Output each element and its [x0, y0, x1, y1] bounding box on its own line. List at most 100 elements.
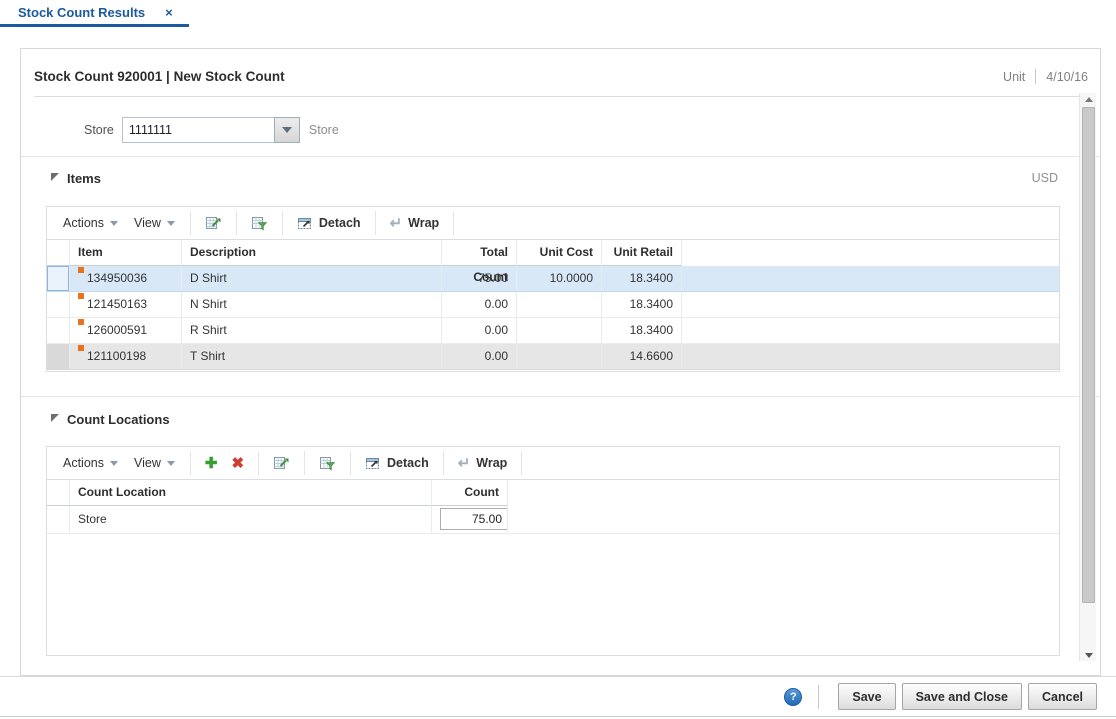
item-cell: 134950036: [70, 266, 182, 291]
items-table-header: Item Description Total Count Unit Cost U…: [47, 240, 1059, 266]
items-collapse-icon[interactable]: [51, 173, 59, 181]
edited-marker-icon: [78, 319, 84, 325]
query-filter-icon: [319, 455, 336, 471]
tab-label: Stock Count Results: [18, 5, 145, 20]
chevron-down-icon: [110, 221, 118, 226]
row-selector[interactable]: [47, 266, 70, 291]
count-input[interactable]: [440, 508, 508, 530]
divider: [453, 211, 454, 235]
table-row[interactable]: 134950036 D Shirt 75.00 10.0000 18.3400: [47, 266, 1059, 292]
count-cell: [432, 506, 508, 533]
store-description: Store: [309, 123, 339, 137]
scroll-down-button[interactable]: [1080, 649, 1097, 661]
edited-marker-icon: [78, 293, 84, 299]
unit-retail-cell: 18.3400: [602, 318, 682, 343]
chevron-down-icon: [167, 461, 175, 466]
locations-grid: Actions View ✚ ✖: [46, 446, 1060, 656]
items-export-button[interactable]: [198, 212, 229, 234]
items-filter-button[interactable]: [244, 212, 275, 234]
divider: [375, 211, 376, 235]
scrollbar-thumb[interactable]: [1082, 107, 1095, 603]
row-selector-header: [47, 480, 70, 506]
row-selector[interactable]: [47, 506, 70, 533]
wrap-icon: ↵: [458, 456, 471, 471]
row-selector-header: [47, 240, 70, 266]
description-cell: R Shirt: [182, 318, 442, 343]
stock-count-panel: Stock Count 920001 | New Stock Count Uni…: [20, 48, 1101, 676]
unit-cost-cell: [517, 344, 602, 369]
total-count-cell: 0.00: [442, 344, 517, 369]
close-icon[interactable]: ×: [165, 5, 173, 20]
items-section-title: Items: [67, 171, 101, 186]
delete-icon: ✖: [231, 456, 244, 471]
unit-retail-cell: 14.6600: [602, 344, 682, 369]
description-cell: T Shirt: [182, 344, 442, 369]
scroll-up-button[interactable]: [1080, 93, 1097, 105]
table-row[interactable]: 121100198 T Shirt 0.00 14.6600: [47, 344, 1059, 370]
divider: [236, 211, 237, 235]
locations-detach-button[interactable]: Detach: [358, 452, 436, 474]
table-row[interactable]: 121450163 N Shirt 0.00 18.3400: [47, 292, 1059, 318]
col-description: Description: [182, 240, 442, 266]
wrap-label: Wrap: [476, 456, 507, 470]
store-label: Store: [84, 123, 114, 137]
item-cell: 126000591: [70, 318, 182, 343]
row-selector[interactable]: [47, 292, 70, 317]
divider: [350, 451, 351, 475]
save-and-close-button[interactable]: Save and Close: [902, 683, 1022, 710]
locations-export-button[interactable]: [266, 452, 297, 474]
export-to-excel-icon: [205, 215, 222, 231]
application-window: Stock Count Results × Stock Count 920001…: [0, 0, 1116, 717]
add-icon: ✚: [205, 456, 218, 471]
count-location-cell: Store: [70, 506, 432, 533]
items-toolbar: Actions View: [47, 207, 1059, 240]
cancel-button[interactable]: Cancel: [1028, 683, 1097, 710]
items-wrap-button[interactable]: ↵ Wrap: [383, 213, 447, 234]
locations-add-button[interactable]: ✚: [198, 453, 225, 474]
help-icon[interactable]: ?: [784, 688, 802, 706]
divider: [1035, 69, 1036, 84]
export-to-excel-icon: [273, 455, 290, 471]
locations-filter-button[interactable]: [312, 452, 343, 474]
detach-label: Detach: [319, 216, 361, 230]
locations-toolbar: Actions View ✚ ✖: [47, 447, 1059, 480]
locations-view-menu[interactable]: View: [126, 453, 183, 473]
detach-label: Detach: [387, 456, 429, 470]
divider: [190, 451, 191, 475]
chevron-down-icon: [167, 221, 175, 226]
locations-collapse-icon[interactable]: [51, 414, 59, 422]
row-selector[interactable]: [47, 344, 70, 369]
description-cell: N Shirt: [182, 292, 442, 317]
locations-wrap-button[interactable]: ↵ Wrap: [451, 453, 515, 474]
table-row[interactable]: Store: [47, 506, 1059, 534]
actions-label: Actions: [63, 456, 104, 470]
page-title: Stock Count 920001 | New Stock Count: [34, 69, 285, 84]
tab-stock-count-results[interactable]: Stock Count Results ×: [0, 0, 189, 27]
locations-delete-button[interactable]: ✖: [224, 453, 251, 474]
locations-section-title: Count Locations: [67, 412, 170, 427]
edited-marker-icon: [78, 267, 84, 273]
table-row[interactable]: 126000591 R Shirt 0.00 18.3400: [47, 318, 1059, 344]
view-label: View: [134, 456, 161, 470]
total-count-cell: 75.00: [442, 266, 517, 291]
divider: [304, 451, 305, 475]
items-actions-menu[interactable]: Actions: [55, 213, 126, 233]
description-cell: D Shirt: [182, 266, 442, 291]
store-input[interactable]: [122, 117, 274, 143]
detach-icon: [365, 455, 381, 471]
unit-cost-cell: [517, 292, 602, 317]
panel-header: Stock Count 920001 | New Stock Count Uni…: [34, 69, 1088, 84]
total-count-cell: 0.00: [442, 292, 517, 317]
query-filter-icon: [251, 215, 268, 231]
store-dropdown-button[interactable]: [274, 117, 300, 143]
wrap-icon: ↵: [390, 216, 403, 231]
save-button[interactable]: Save: [838, 683, 895, 710]
unit-cost-cell: 10.0000: [517, 266, 602, 291]
items-grid: Actions View: [46, 206, 1060, 372]
col-total-count: Total Count: [442, 240, 517, 266]
row-selector[interactable]: [47, 318, 70, 343]
items-detach-button[interactable]: Detach: [290, 212, 368, 234]
locations-actions-menu[interactable]: Actions: [55, 453, 126, 473]
items-view-menu[interactable]: View: [126, 213, 183, 233]
chevron-down-icon: [110, 461, 118, 466]
